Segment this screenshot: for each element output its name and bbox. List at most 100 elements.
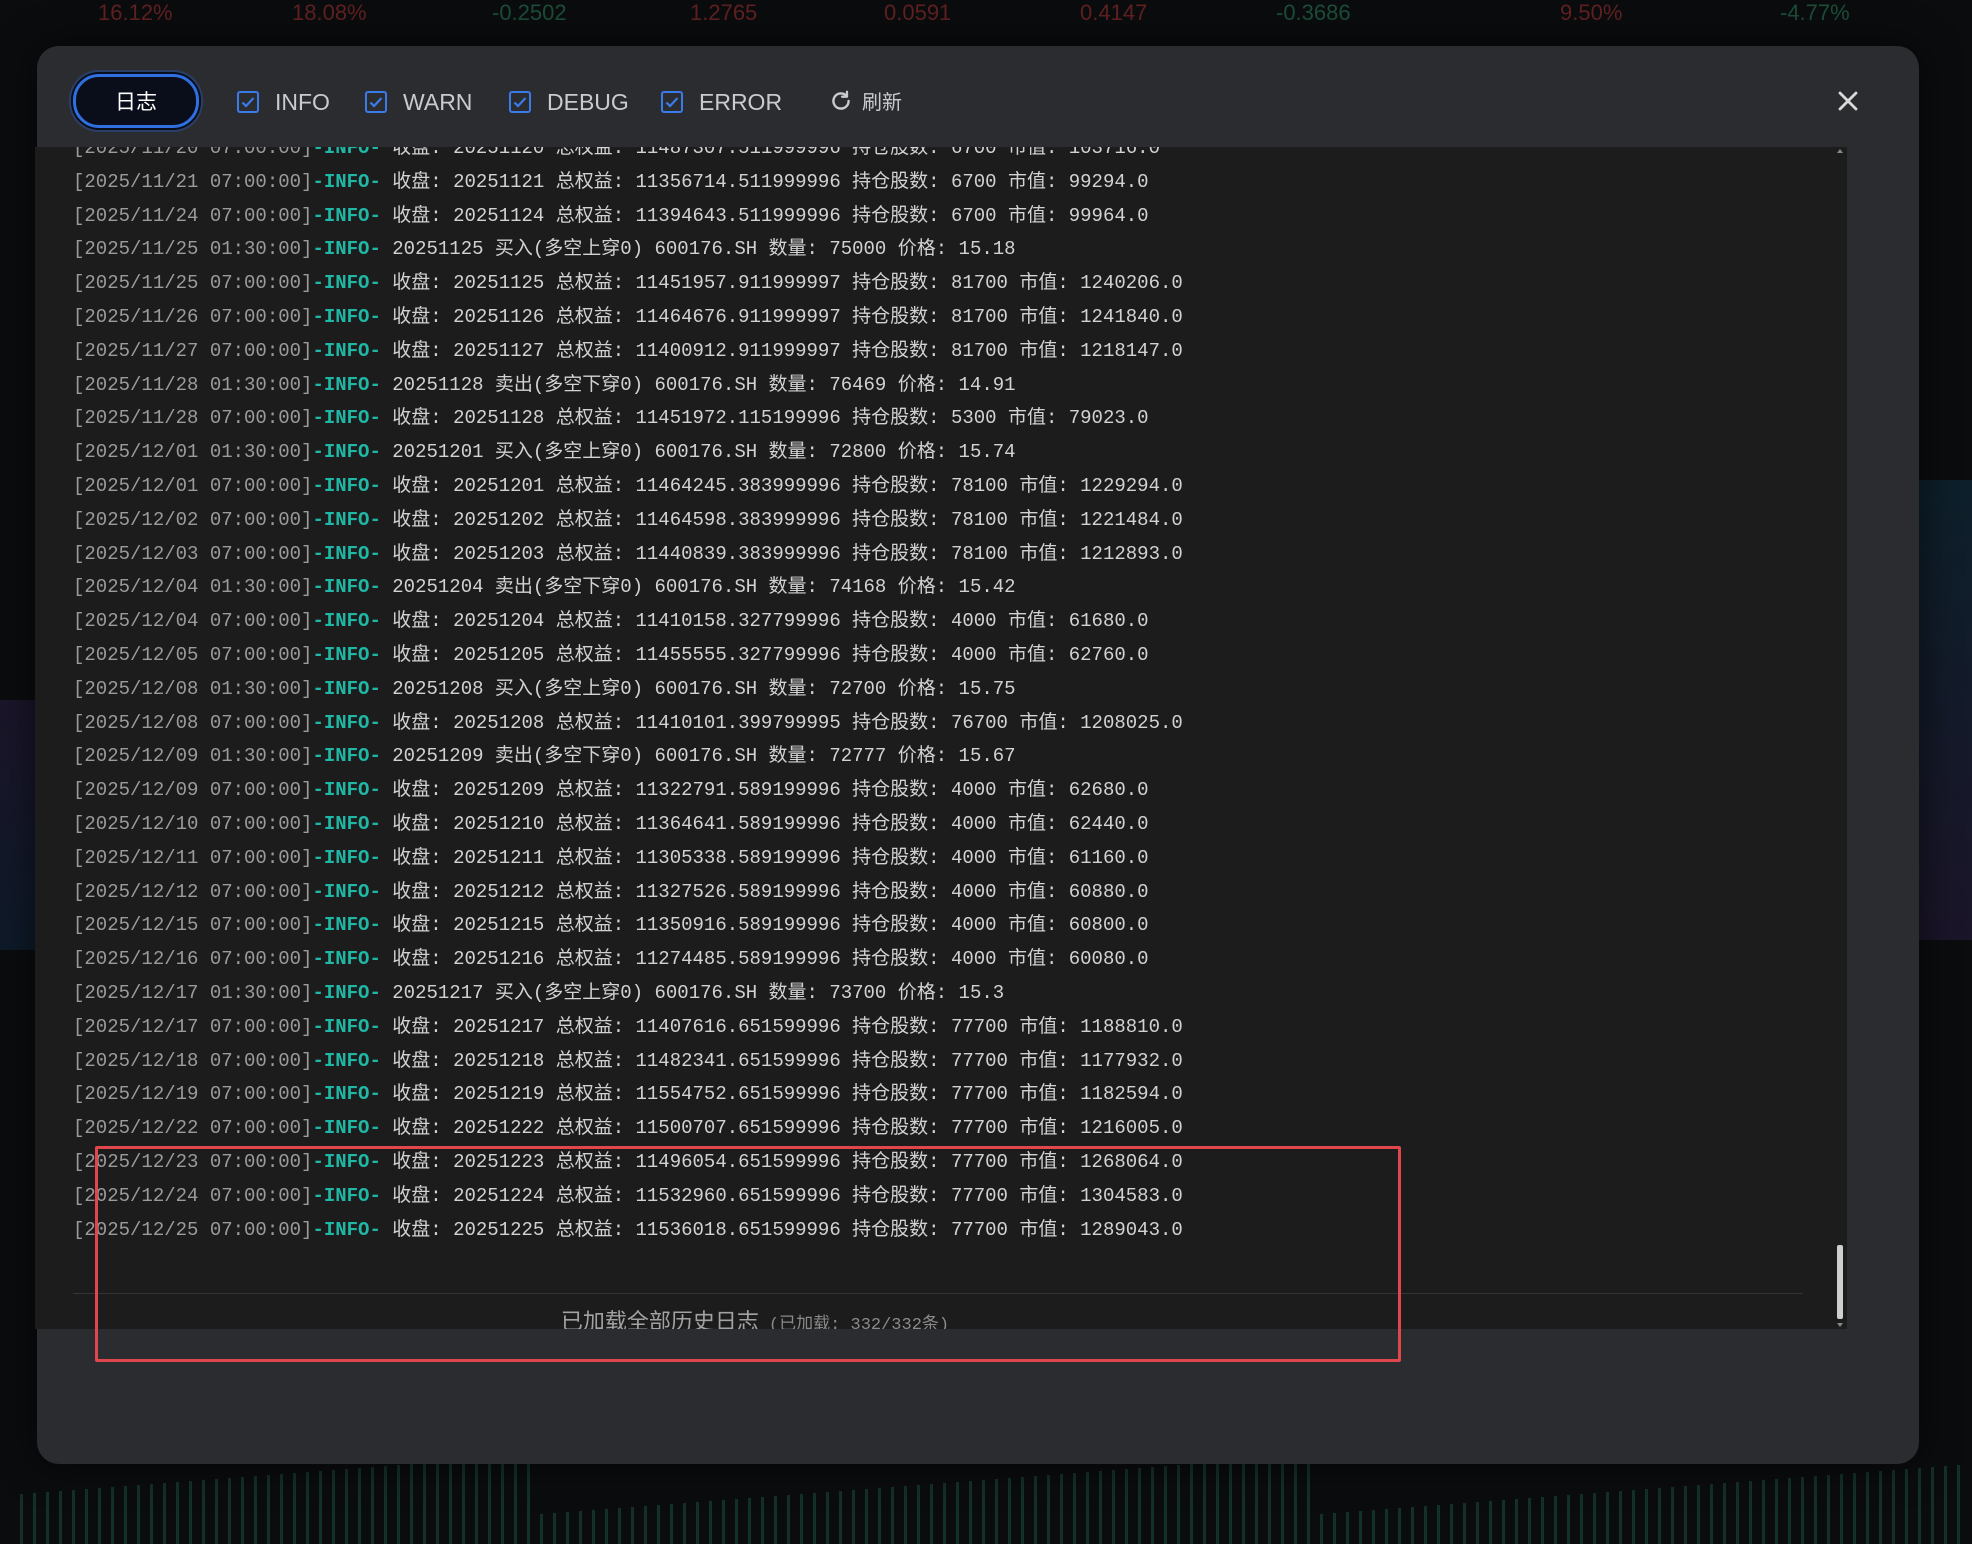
log-line: [2025/11/21 07:00:00]-INFO- 收盘: 20251121… (35, 166, 1825, 200)
background-volume-bar (1710, 1484, 1713, 1544)
log-timestamp: [2025/12/15 07:00:00] (73, 914, 313, 937)
ticker-value: 1.2765 (690, 0, 758, 25)
background-volume-bar (839, 1491, 842, 1544)
log-level: -INFO- (312, 441, 381, 464)
log-line: [2025/12/05 07:00:00]-INFO- 收盘: 20251205… (35, 639, 1825, 673)
log-timestamp: [2025/12/09 07:00:00] (73, 779, 313, 802)
log-level: -INFO- (312, 1150, 381, 1173)
background-volume-bar (683, 1503, 686, 1544)
log-message: 收盘: 20251219 总权益: 11554752.651599996 持仓股… (392, 1083, 1183, 1106)
log-line: [2025/11/25 01:30:00]-INFO- 20251125 买入(… (35, 233, 1825, 267)
checkbox-checked-icon[interactable] (509, 91, 531, 113)
background-volume-bar (124, 1486, 127, 1544)
log-line: [2025/12/16 07:00:00]-INFO- 收盘: 20251216… (35, 943, 1825, 977)
log-message: 收盘: 20251225 总权益: 11536018.651599996 持仓股… (392, 1218, 1183, 1241)
log-timestamp: [2025/12/16 07:00:00] (73, 948, 313, 971)
filter-warn-checkbox[interactable]: WARN (365, 87, 472, 117)
checkbox-checked-icon[interactable] (661, 91, 683, 113)
background-volume-bar (1827, 1475, 1830, 1544)
background-volume-bar (618, 1508, 621, 1544)
log-level: -INFO- (312, 373, 381, 396)
log-timestamp: [2025/12/25 07:00:00] (73, 1218, 313, 1241)
background-volume-bar (878, 1488, 881, 1544)
checkbox-checked-icon[interactable] (365, 91, 387, 113)
log-timestamp: [2025/12/17 01:30:00] (73, 981, 313, 1004)
log-level: -INFO- (312, 474, 381, 497)
background-volume-bar (98, 1488, 101, 1544)
log-level: -INFO- (312, 677, 381, 700)
background-volume-bar (254, 1476, 257, 1544)
background-volume-bar (1424, 1506, 1427, 1544)
log-level: -INFO- (312, 610, 381, 633)
refresh-button[interactable]: 刷新 (828, 86, 902, 115)
log-message: 收盘: 20251125 总权益: 11451957.911999997 持仓股… (392, 272, 1183, 295)
filter-debug-checkbox[interactable]: DEBUG (509, 87, 629, 117)
background-volume-bar (657, 1505, 660, 1544)
log-level: -INFO- (312, 914, 381, 937)
log-line: [2025/12/17 01:30:00]-INFO- 20251217 买入(… (35, 977, 1825, 1011)
background-volume-bar (787, 1495, 790, 1544)
filter-info-checkbox[interactable]: INFO (237, 87, 330, 117)
background-volume-bar (592, 1510, 595, 1544)
log-panel[interactable]: [2025/11/20 07:00:00]-INFO- 收盘: 20251120… (35, 147, 1847, 1329)
background-volume-bar (176, 1482, 179, 1544)
log-message: 收盘: 20251124 总权益: 11394643.511999996 持仓股… (392, 204, 1149, 227)
log-line: [2025/12/25 07:00:00]-INFO- 收盘: 20251225… (35, 1214, 1825, 1248)
log-timestamp: [2025/12/18 07:00:00] (73, 1049, 313, 1072)
background-volume-bar (280, 1474, 283, 1544)
background-volume-bar (1762, 1480, 1765, 1544)
background-volume-bar (1736, 1482, 1739, 1544)
log-line: [2025/12/18 07:00:00]-INFO- 收盘: 20251218… (35, 1045, 1825, 1079)
background-volume-bar (423, 1463, 426, 1544)
log-line: [2025/12/08 01:30:00]-INFO- 20251208 买入(… (35, 673, 1825, 707)
background-volume-bar (397, 1465, 400, 1544)
log-level: -INFO- (312, 1083, 381, 1106)
log-timestamp: [2025/12/10 07:00:00] (73, 812, 313, 835)
log-line: [2025/12/01 07:00:00]-INFO- 收盘: 20251201… (35, 470, 1825, 504)
background-volume-bar (111, 1487, 114, 1544)
background-volume-bar (800, 1494, 803, 1544)
background-volume-bar (1489, 1501, 1492, 1544)
ticker-value: 0.0591 (884, 0, 952, 25)
log-message: 收盘: 20251121 总权益: 11356714.511999996 持仓股… (392, 170, 1149, 193)
scroll-down-arrow-icon[interactable] (1837, 1323, 1843, 1327)
checkbox-checked-icon[interactable] (237, 91, 259, 113)
background-volume-bar (917, 1485, 920, 1544)
background-volume-bar (553, 1513, 556, 1544)
log-level: -INFO- (312, 1184, 381, 1207)
log-timestamp: [2025/12/22 07:00:00] (73, 1117, 313, 1140)
log-line: [2025/12/23 07:00:00]-INFO- 收盘: 20251223… (35, 1146, 1825, 1180)
background-volume-bar (1229, 1461, 1232, 1544)
background-volume-bar (1632, 1490, 1635, 1544)
background-volume-bar (1697, 1485, 1700, 1544)
log-message: 收盘: 20251208 总权益: 11410101.399799995 持仓股… (392, 711, 1183, 734)
scrollbar-thumb[interactable] (1837, 1245, 1843, 1319)
close-icon (1838, 91, 1858, 111)
background-volume-bar (1359, 1511, 1362, 1544)
background-volume-bar (384, 1466, 387, 1544)
background-volume-bar (137, 1485, 140, 1544)
log-scrollbar[interactable] (1833, 147, 1847, 1329)
filter-error-checkbox[interactable]: ERROR (661, 87, 782, 117)
log-level: -INFO- (312, 339, 381, 362)
scroll-up-arrow-icon[interactable] (1837, 149, 1843, 153)
background-volume-bar (20, 1494, 23, 1544)
background-volume-bar (1775, 1479, 1778, 1544)
tab-log[interactable]: 日志 (73, 74, 199, 128)
background-volume-bar (1515, 1499, 1518, 1544)
log-timestamp: [2025/12/17 07:00:00] (73, 1015, 313, 1038)
close-button[interactable] (1833, 86, 1863, 116)
log-line: [2025/11/20 07:00:00]-INFO- 收盘: 20251120… (35, 147, 1825, 166)
background-volume-bar (1346, 1512, 1349, 1544)
background-volume-bar (1086, 1472, 1089, 1544)
background-volume-bar (644, 1506, 647, 1544)
background-volume-bar (371, 1467, 374, 1544)
log-timestamp: [2025/12/03 07:00:00] (73, 542, 313, 565)
ticker-value: -0.3686 (1276, 0, 1351, 25)
log-level: -INFO- (312, 1218, 381, 1241)
background-volume-bar (1099, 1471, 1102, 1544)
log-line: [2025/12/11 07:00:00]-INFO- 收盘: 20251211… (35, 842, 1825, 876)
background-volume-bar (722, 1500, 725, 1544)
filter-error-label: ERROR (699, 88, 783, 115)
background-volume-bar (1385, 1509, 1388, 1544)
